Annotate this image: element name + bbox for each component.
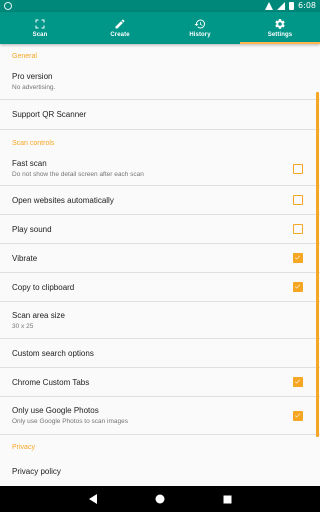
checkbox-open-websites[interactable]: [293, 195, 303, 205]
status-bar: 6:08: [0, 0, 320, 12]
recents-icon: [223, 495, 231, 503]
pref-title: Open websites automatically: [12, 195, 114, 205]
section-header-scan-controls: Scan controls: [12, 140, 55, 147]
pref-privacy-policy[interactable]: Privacy policy: [0, 457, 320, 485]
pref-title: Custom search options: [12, 348, 94, 358]
checkbox-chrome-custom-tabs[interactable]: [293, 377, 303, 387]
pref-title: Copy to clipboard: [12, 282, 75, 292]
pref-title: Play sound: [12, 224, 52, 234]
tab-label: History: [189, 32, 211, 38]
pref-title: Only use Google Photos: [12, 406, 99, 415]
battery-icon: [289, 2, 295, 10]
pref-pro-version[interactable]: Pro version No advertising.: [0, 64, 320, 100]
history-icon: [194, 19, 205, 29]
gear-icon: [275, 18, 285, 29]
status-time: 6:08: [298, 1, 316, 10]
pref-title: Scan area size: [12, 310, 65, 320]
pref-google-photos[interactable]: Only use Google Photos Only use Google P…: [0, 397, 320, 435]
pref-fast-scan[interactable]: Fast scan Do not show the detail screen …: [0, 152, 320, 186]
scrollbar[interactable]: [316, 92, 319, 437]
home-button[interactable]: [154, 493, 166, 505]
tab-scan[interactable]: Scan: [0, 12, 80, 44]
pref-title: Fast scan: [12, 159, 47, 168]
wifi-icon: [265, 2, 274, 10]
pref-copy-clipboard[interactable]: Copy to clipboard: [0, 273, 320, 302]
recents-button[interactable]: [221, 493, 233, 505]
tab-settings[interactable]: Settings: [240, 12, 320, 44]
checkbox-google-photos[interactable]: [293, 410, 303, 421]
pencil-icon: [115, 19, 125, 29]
check-icon: [294, 379, 301, 384]
back-button[interactable]: [87, 493, 99, 505]
check-icon: [294, 413, 301, 418]
pref-vibrate[interactable]: Vibrate: [0, 244, 320, 273]
settings-list[interactable]: General Pro version No advertising. Supp…: [0, 44, 320, 486]
pref-scan-area-size[interactable]: Scan area size 30 x 25: [0, 302, 320, 339]
pref-summary: Only use Google Photos to scan images: [12, 418, 128, 425]
pref-title: Privacy policy: [12, 466, 61, 476]
pref-title: Chrome Custom Tabs: [12, 377, 90, 387]
pref-title: Vibrate: [12, 253, 38, 263]
tab-label: Create: [110, 32, 130, 38]
checkbox-vibrate[interactable]: [293, 253, 303, 263]
navigation-bar: [0, 486, 320, 512]
pref-summary: Do not show the detail screen after each…: [12, 171, 144, 178]
tab-history[interactable]: History: [160, 12, 240, 44]
pref-chrome-custom-tabs[interactable]: Chrome Custom Tabs: [0, 368, 320, 397]
pref-summary: No advertising.: [12, 84, 56, 91]
pref-custom-search[interactable]: Custom search options: [0, 339, 320, 368]
tab-label: Scan: [32, 32, 48, 38]
pref-support[interactable]: Support QR Scanner: [0, 100, 320, 130]
check-icon: [294, 255, 301, 260]
pref-open-websites[interactable]: Open websites automatically: [0, 186, 320, 215]
pref-play-sound[interactable]: Play sound: [0, 215, 320, 244]
section-header-privacy: Privacy: [12, 444, 35, 451]
tab-label: Settings: [267, 32, 293, 38]
tab-create[interactable]: Create: [80, 12, 160, 44]
pref-title: Pro version: [12, 72, 53, 81]
back-icon: [89, 494, 97, 504]
section-header-general: General: [12, 53, 37, 60]
signal-icon: [277, 2, 286, 10]
checkbox-play-sound[interactable]: [293, 224, 303, 234]
scan-icon: [35, 19, 45, 29]
pref-summary: 30 x 25: [12, 322, 34, 330]
checkbox-copy-clipboard[interactable]: [293, 282, 303, 292]
home-icon: [155, 494, 165, 504]
notification-icon: [4, 2, 12, 10]
status-icons: 6:08: [265, 1, 316, 11]
check-icon: [294, 284, 301, 289]
checkbox-fast-scan[interactable]: [293, 163, 303, 174]
tab-bar: Scan Create History Settings: [0, 12, 320, 44]
pref-title: Support QR Scanner: [12, 110, 87, 119]
